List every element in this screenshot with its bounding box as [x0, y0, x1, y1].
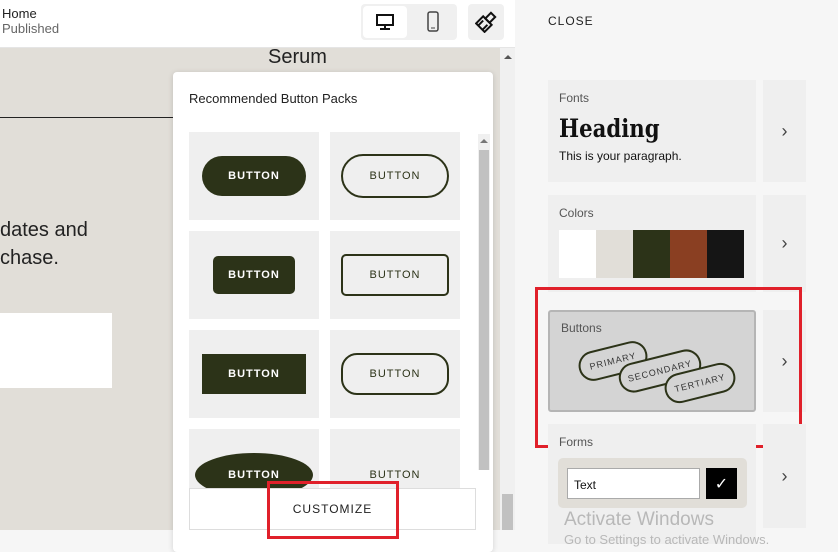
scroll-up-icon[interactable] [504, 55, 512, 59]
fonts-arrow-button[interactable]: › [763, 80, 806, 182]
color-swatch [633, 230, 670, 278]
sample-button: BUTTON [341, 254, 449, 296]
desktop-view-button[interactable] [363, 6, 407, 38]
body-line: dates and [0, 219, 88, 241]
popup-scrollbar[interactable] [478, 134, 490, 470]
fonts-card[interactable]: Fonts Heading This is your paragraph. [548, 80, 756, 182]
colors-arrow-button[interactable]: › [763, 195, 806, 292]
mobile-view-button[interactable] [411, 6, 455, 38]
highlight-customize [267, 481, 399, 539]
color-swatch [596, 230, 633, 278]
button-pack-option[interactable]: BUTTON [189, 132, 319, 220]
sample-button: BUTTON [341, 154, 449, 198]
checkbox-check-icon: ✓ [706, 468, 737, 499]
top-bar: Home Published [0, 0, 515, 48]
close-button[interactable]: CLOSE [548, 14, 594, 28]
colors-card[interactable]: Colors [548, 195, 756, 292]
button-pack-option[interactable]: BUTTON [330, 330, 460, 418]
heading-sample: Heading [559, 114, 660, 143]
button-pack-option[interactable]: BUTTON [330, 231, 460, 319]
scroll-up-icon[interactable] [480, 139, 488, 143]
publish-status: Published [2, 21, 60, 36]
sample-button: BUTTON [202, 354, 306, 394]
button-pack-option[interactable]: BUTTON [189, 231, 319, 319]
forms-arrow-button[interactable]: › [763, 424, 806, 528]
product-heading: Serum [268, 48, 327, 68]
canvas-scrollbar[interactable] [500, 48, 515, 530]
desktop-icon [376, 14, 394, 30]
colors-label: Colors [559, 206, 594, 220]
sample-button: BUTTON [341, 353, 449, 395]
device-toggle [361, 4, 457, 40]
forms-label: Forms [559, 435, 593, 449]
color-swatch [559, 230, 596, 278]
scroll-thumb[interactable] [502, 494, 513, 530]
divider [0, 117, 180, 118]
watermark-title: Activate Windows [564, 509, 714, 530]
button-pack-option[interactable]: BUTTON [330, 132, 460, 220]
site-styles-button[interactable] [468, 4, 504, 40]
body-line: chase. [0, 247, 59, 269]
fonts-label: Fonts [559, 91, 590, 105]
color-swatch [707, 230, 744, 278]
popup-scroll-thumb[interactable] [479, 150, 489, 470]
page-name: Home [2, 6, 37, 21]
form-sample: Text ✓ [558, 458, 747, 508]
sample-button: BUTTON [202, 156, 306, 196]
color-swatch [670, 230, 707, 278]
text-field-sample: Text [567, 468, 700, 499]
body-text: dates and chase. [0, 216, 88, 272]
paintbrush-icon [475, 11, 497, 33]
sample-button: BUTTON [213, 256, 295, 294]
button-pack-option[interactable]: BUTTON [189, 330, 319, 418]
paragraph-sample: This is your paragraph. [559, 149, 682, 163]
email-input-block [0, 313, 112, 388]
popup-title: Recommended Button Packs [189, 91, 358, 106]
button-packs-popup: Recommended Button Packs BUTTON BUTTON B… [173, 72, 493, 552]
color-swatches [559, 230, 744, 278]
mobile-icon [427, 11, 439, 32]
watermark-subtitle: Go to Settings to activate Windows. [564, 532, 770, 547]
